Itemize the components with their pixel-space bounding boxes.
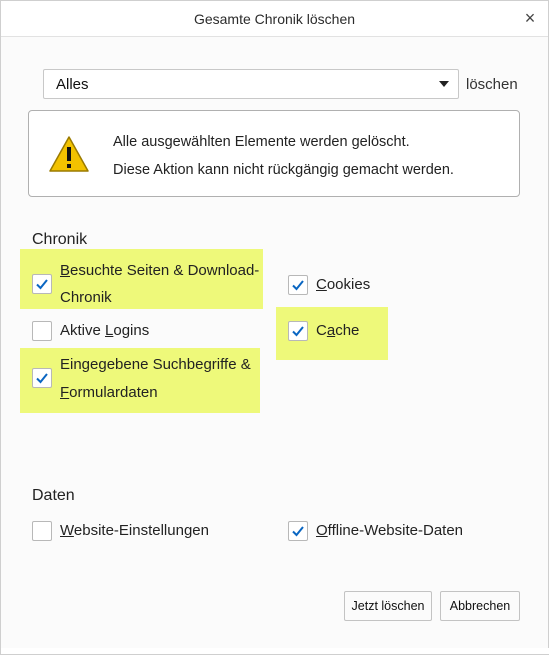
title-bar: Gesamte Chronik löschen ×: [1, 1, 548, 37]
chevron-down-icon: [439, 81, 449, 87]
checkbox-offline-website-daten[interactable]: [288, 521, 308, 541]
label-offline-website-daten[interactable]: Offline-Website-Daten: [316, 517, 463, 545]
label-besuchte-seiten[interactable]: Besuchte Seiten & Download-: [60, 257, 259, 285]
checkmark-icon: [292, 280, 304, 291]
checkbox-aktive-logins[interactable]: [32, 321, 52, 341]
warning-box: Alle ausgewählten Elemente werden gelösc…: [28, 110, 520, 197]
label-besuchte-seiten-line2[interactable]: Chronik: [60, 284, 112, 312]
checkbox-suchbegriffe[interactable]: [32, 368, 52, 388]
warning-line-1: Alle ausgewählten Elemente werden gelösc…: [113, 134, 410, 150]
checkbox-cookies[interactable]: [288, 275, 308, 295]
close-icon[interactable]: ×: [518, 7, 542, 31]
warning-line-2: Diese Aktion kann nicht rückgängig gemac…: [113, 162, 454, 178]
checkmark-icon: [36, 373, 48, 384]
time-range-value: Alles: [56, 76, 89, 93]
clear-history-dialog: Gesamte Chronik löschen × Alles löschen …: [0, 0, 549, 655]
checkmark-icon: [36, 279, 48, 290]
clear-now-button[interactable]: Jetzt löschen: [344, 591, 432, 621]
time-range-select[interactable]: Alles: [43, 69, 459, 99]
checkbox-besuchte-seiten[interactable]: [32, 274, 52, 294]
time-range-suffix: löschen: [466, 76, 518, 93]
dialog-title: Gesamte Chronik löschen: [193, 11, 356, 27]
bottom-edge: [1, 648, 549, 654]
label-aktive-logins[interactable]: Aktive Logins: [60, 317, 149, 345]
label-formulardaten[interactable]: Formulardaten: [60, 379, 158, 407]
warning-triangle-icon: [49, 136, 89, 172]
checkbox-cache[interactable]: [288, 321, 308, 341]
daten-heading: Daten: [32, 487, 75, 504]
checkbox-website-einstellungen[interactable]: [32, 521, 52, 541]
label-cookies[interactable]: Cookies: [316, 271, 370, 299]
cancel-button[interactable]: Abbrechen: [440, 591, 520, 621]
checkmark-icon: [292, 526, 304, 537]
label-suchbegriffe[interactable]: Eingegebene Suchbegriffe &: [60, 351, 251, 379]
chronik-heading: Chronik: [32, 231, 88, 248]
checkmark-icon: [292, 326, 304, 337]
label-cache[interactable]: Cache: [316, 317, 359, 345]
label-website-einstellungen[interactable]: Website-Einstellungen: [60, 517, 209, 545]
